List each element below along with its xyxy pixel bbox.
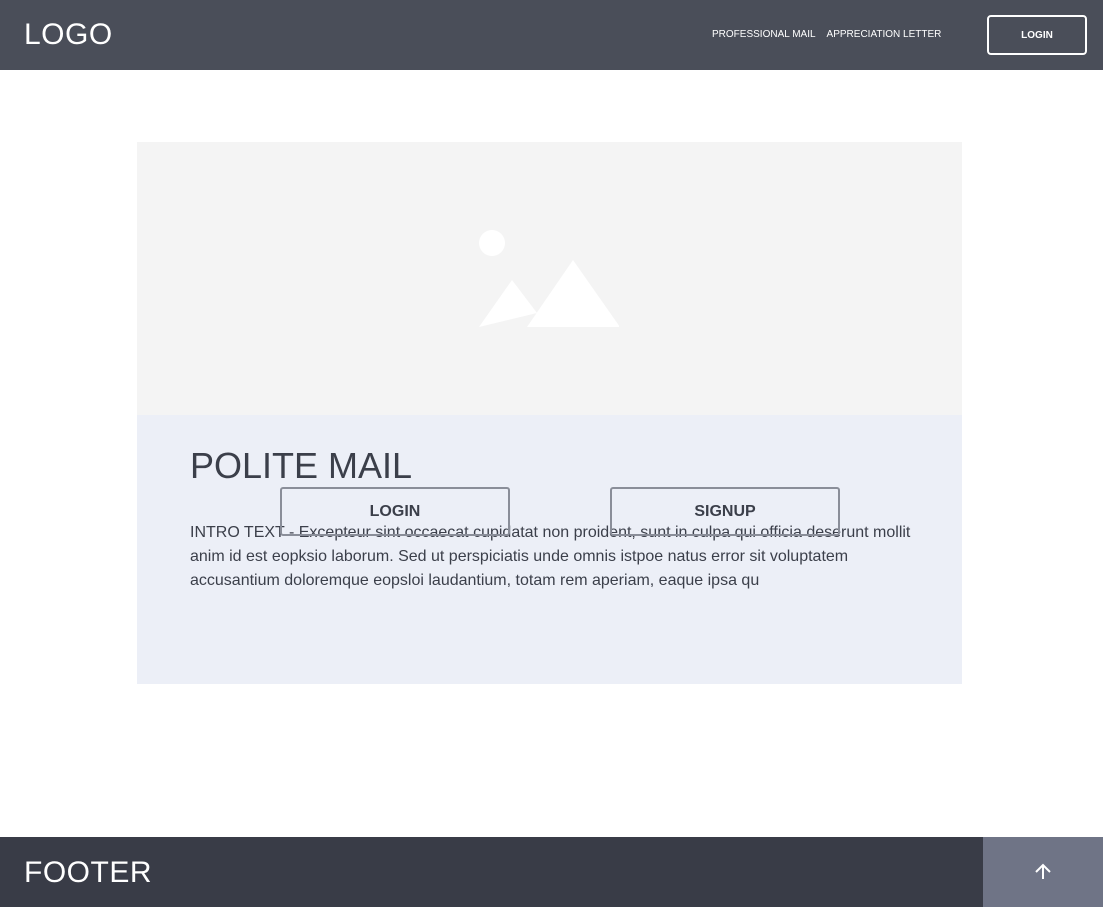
site-header: LOGO PROFESSIONAL MAIL APPRECIATION LETT… <box>0 0 1103 70</box>
card-body: POLITE MAIL INTRO TEXT - Excepteur sint … <box>137 415 962 684</box>
signup-button[interactable]: SIGNUP <box>610 487 840 536</box>
main-nav: PROFESSIONAL MAIL APPRECIATION LETTER <box>712 29 941 41</box>
footer-title: FOOTER <box>24 856 152 889</box>
logo[interactable]: LOGO <box>24 17 113 53</box>
nav-link-professional-mail[interactable]: PROFESSIONAL MAIL <box>712 29 816 41</box>
site-footer: FOOTER <box>0 837 1103 907</box>
arrow-up-icon <box>1035 863 1051 879</box>
nav-link-appreciation-letter[interactable]: APPRECIATION LETTER <box>827 29 942 41</box>
back-to-top-button[interactable] <box>983 837 1103 907</box>
hero-image-placeholder <box>137 142 962 415</box>
header-login-button[interactable]: LOGIN <box>987 15 1087 55</box>
content-card: POLITE MAIL INTRO TEXT - Excepteur sint … <box>137 142 962 684</box>
image-placeholder-icon <box>479 230 619 327</box>
login-button[interactable]: LOGIN <box>280 487 510 536</box>
card-title: POLITE MAIL <box>190 445 413 486</box>
